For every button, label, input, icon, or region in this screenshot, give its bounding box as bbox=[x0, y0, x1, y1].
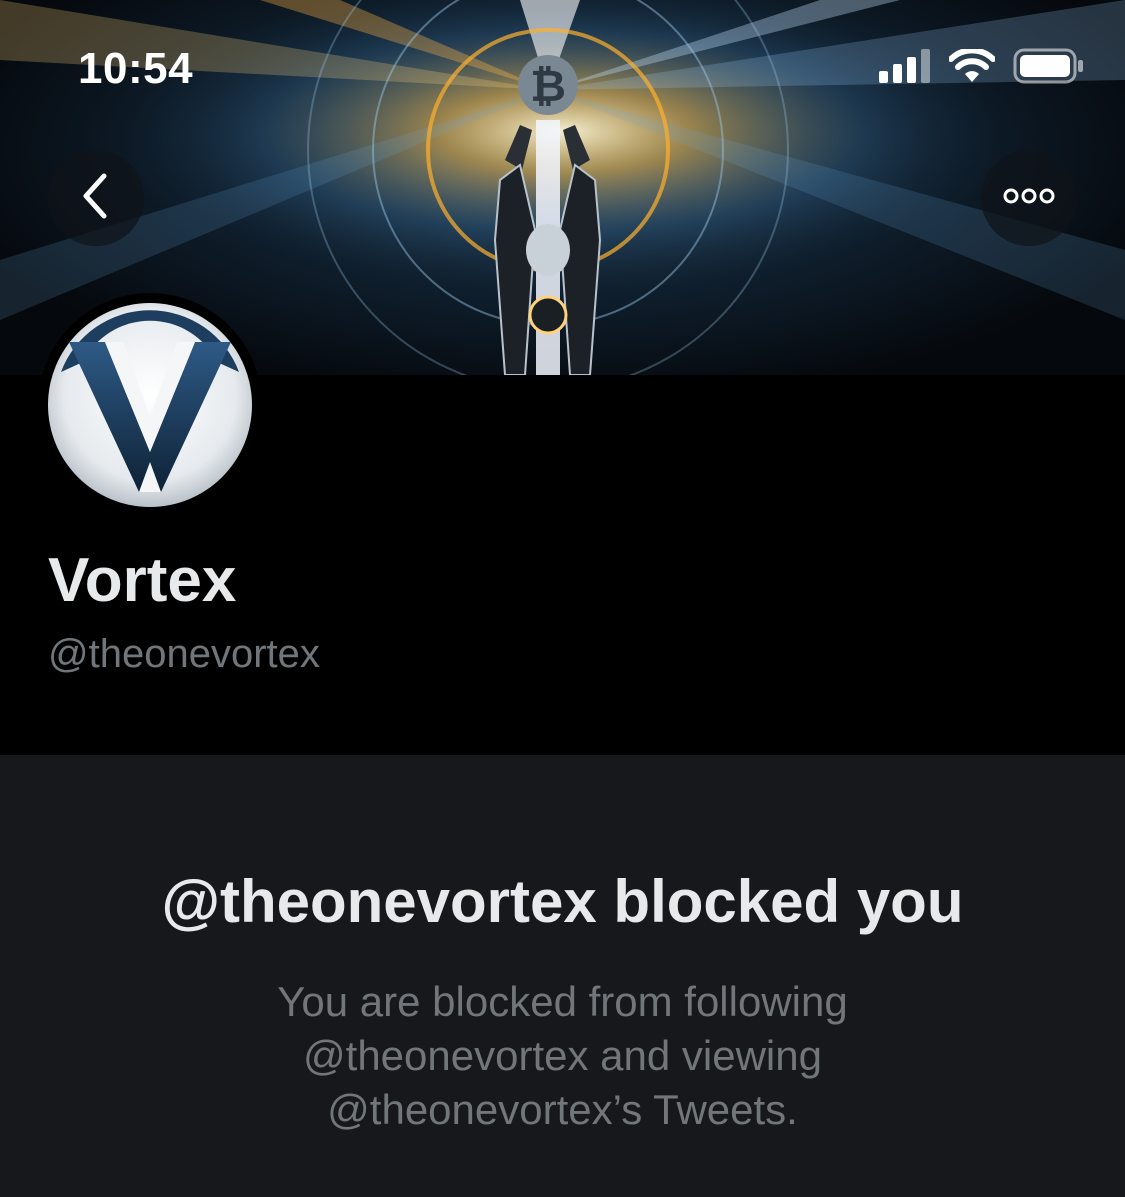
cellular-signal-icon bbox=[879, 49, 931, 88]
avatar[interactable] bbox=[38, 293, 262, 517]
status-icons bbox=[879, 47, 1085, 89]
blocked-message: You are blocked from following @theonevo… bbox=[277, 978, 848, 1133]
chevron-left-icon bbox=[76, 172, 116, 225]
more-options-button[interactable] bbox=[981, 150, 1077, 246]
vortex-logo-icon bbox=[48, 303, 252, 507]
svg-text:₿: ₿ bbox=[530, 61, 566, 112]
blocked-notice: @theonevortex blocked you You are blocke… bbox=[0, 755, 1125, 1197]
blocked-title: @theonevortex blocked you bbox=[161, 868, 964, 935]
profile-display-name: Vortex bbox=[48, 546, 237, 615]
wifi-icon bbox=[948, 47, 996, 88]
back-button[interactable] bbox=[48, 150, 144, 246]
more-horizontal-icon bbox=[1003, 187, 1055, 210]
battery-icon bbox=[1013, 48, 1085, 89]
profile-handle: @theonevortex bbox=[48, 632, 320, 676]
status-time: 10:54 bbox=[78, 44, 194, 93]
